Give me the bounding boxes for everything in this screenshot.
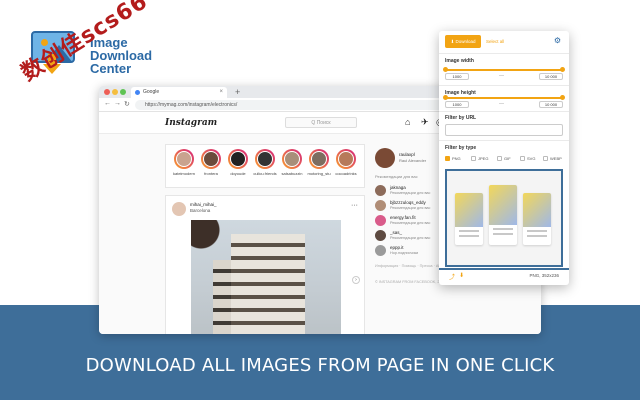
google-icon: [135, 90, 140, 95]
reload-icon[interactable]: ↻: [124, 100, 130, 108]
download-button[interactable]: ⬇ Download: [445, 35, 481, 48]
width-max-handle[interactable]: [560, 67, 565, 72]
image-width-label: Image width: [445, 58, 474, 64]
back-icon[interactable]: ←: [104, 100, 111, 107]
url-filter-input[interactable]: [445, 124, 563, 136]
close-tab-icon[interactable]: ×: [219, 87, 223, 98]
type-checkbox-png[interactable]: PNG: [445, 155, 461, 162]
home-icon[interactable]: ⌂: [405, 117, 410, 127]
maximize-window-button[interactable]: [120, 89, 126, 95]
browser-tab[interactable]: Google ×: [131, 87, 227, 98]
story-item[interactable]: cocoadrinks: [334, 149, 358, 176]
profile-fullname: Raul Alexander: [399, 158, 427, 163]
minimize-window-button[interactable]: [112, 89, 118, 95]
divider: [439, 53, 569, 54]
divider: [439, 111, 569, 112]
chevron-right-icon[interactable]: ›: [352, 276, 360, 284]
story-item[interactable]: kateimodern: [172, 149, 196, 176]
direct-icon[interactable]: ✈: [421, 117, 429, 128]
post-username[interactable]: mihai_mihai_: [190, 202, 217, 207]
width-min-handle[interactable]: [443, 67, 448, 72]
height-min-handle[interactable]: [443, 95, 448, 100]
instagram-logo[interactable]: Instagram: [165, 118, 217, 128]
filter-url-label: Filter by URL: [445, 115, 477, 121]
type-checkbox-svg[interactable]: SVG: [520, 155, 535, 162]
stories-bar: kateimodern frontera doyoude cullcu.frie…: [165, 144, 365, 188]
profile-username[interactable]: raulaxpl: [399, 152, 415, 157]
close-window-button[interactable]: [104, 89, 110, 95]
story-item[interactable]: doyoude: [226, 149, 250, 176]
image-height-label: Image height: [445, 90, 476, 96]
tagline: DOWNLOAD ALL IMAGES FROM PAGE IN ONE CLI…: [85, 355, 555, 376]
post-image[interactable]: [191, 220, 341, 334]
height-min-field[interactable]: 1000: [445, 101, 469, 108]
type-filters: PNG JPEG GIF SVG WEBP: [445, 155, 565, 163]
divider: [439, 85, 569, 86]
avatar[interactable]: [375, 148, 395, 168]
filter-type-label: Filter by type: [445, 145, 477, 151]
share-icon[interactable]: ⤴: [449, 272, 455, 281]
width-max-field[interactable]: 10 000: [539, 73, 563, 80]
divider: [439, 268, 569, 270]
avatar[interactable]: [172, 202, 186, 216]
height-max-handle[interactable]: [560, 95, 565, 100]
select-all-button[interactable]: Select all: [486, 35, 504, 48]
post-location[interactable]: Barcelona: [190, 208, 210, 213]
type-checkbox-jpeg[interactable]: JPEG: [471, 155, 488, 162]
width-slider[interactable]: [445, 69, 563, 71]
divider: [439, 140, 569, 141]
type-checkbox-gif[interactable]: GIF: [497, 155, 511, 162]
new-tab-button[interactable]: +: [235, 86, 240, 98]
height-max-field[interactable]: 10 000: [539, 101, 563, 108]
preview-card: [489, 185, 517, 245]
search-input[interactable]: Q Поиск: [285, 117, 357, 128]
story-item[interactable]: salsabuzzin: [280, 149, 304, 176]
story-item[interactable]: cullcu.friends: [253, 149, 277, 176]
download-icon[interactable]: ⬇: [459, 272, 464, 279]
preview-card: [523, 193, 551, 245]
type-checkbox-webp[interactable]: WEBP: [543, 155, 562, 162]
preview-card: [455, 193, 483, 245]
story-item[interactable]: frontera: [199, 149, 223, 176]
extension-popup: ⬇ Download Select all ⚙ Image width 1000…: [439, 31, 569, 285]
more-options-icon[interactable]: ···: [351, 202, 358, 209]
forward-icon[interactable]: →: [114, 100, 121, 107]
story-item[interactable]: motoring_stu: [307, 149, 331, 176]
width-min-field[interactable]: 1000: [445, 73, 469, 80]
settings-sliders-icon[interactable]: ⚙: [554, 36, 561, 45]
image-preview[interactable]: [445, 169, 563, 267]
suggestions-title: Рекомендации для вас: [375, 174, 418, 179]
feed-post: mihai_mihai_ Barcelona ··· ›: [165, 195, 365, 334]
height-slider[interactable]: [445, 97, 563, 99]
image-info: PNG, 352x236: [529, 273, 559, 278]
